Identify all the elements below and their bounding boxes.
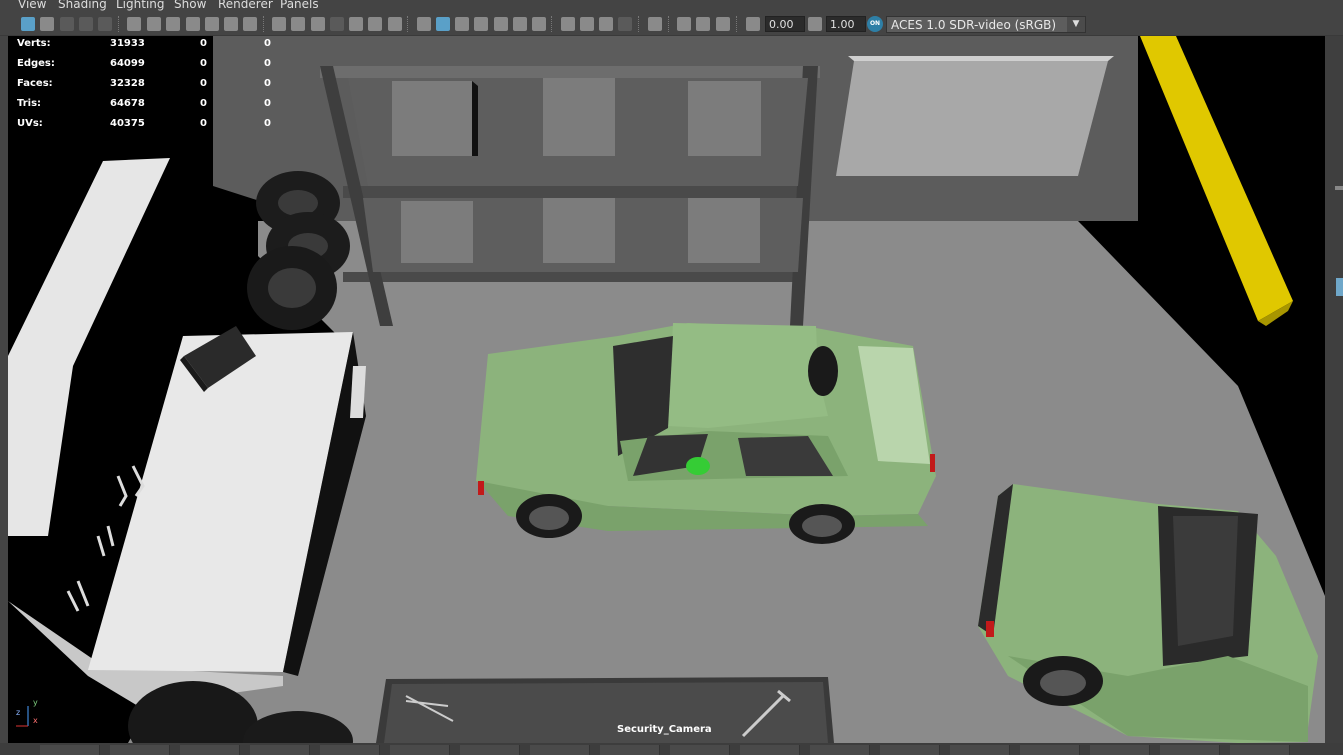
anti-aliasing-icon[interactable] <box>599 17 613 31</box>
left-panel-edge <box>0 36 8 743</box>
shadows-icon[interactable] <box>532 17 546 31</box>
view-axis-indicator: y z x <box>16 698 46 728</box>
hud-row-faces: Faces: 32328 0 0 <box>17 78 271 89</box>
resolution-gate-icon[interactable] <box>98 17 112 31</box>
grease-pencil-icon[interactable] <box>243 17 257 31</box>
lights-icon[interactable] <box>513 17 527 31</box>
color-space-dropdown[interactable]: ACES 1.0 SDR-video (sRGB) ▼ <box>886 16 1086 33</box>
time-slider-strip <box>0 743 1343 755</box>
box <box>688 198 760 263</box>
gamma-field[interactable]: 1.00 <box>826 16 866 32</box>
ambient-occlusion-icon[interactable] <box>561 17 575 31</box>
gamma-icon[interactable] <box>808 17 822 31</box>
smooth-shade-icon[interactable] <box>436 17 450 31</box>
gate-mask-icon[interactable] <box>330 17 344 31</box>
camera-attributes-icon[interactable] <box>147 17 161 31</box>
box <box>392 81 472 156</box>
box <box>543 198 615 263</box>
xray-components-icon[interactable] <box>716 17 730 31</box>
right-panel-edge <box>1325 36 1343 743</box>
menu-bar: View Shading Lighting Show Renderer Pane… <box>0 0 1343 12</box>
two-d-pan-icon[interactable] <box>224 17 238 31</box>
hud-row-uvs: UVs: 40375 0 0 <box>17 118 271 129</box>
menu-renderer[interactable]: Renderer <box>218 0 273 11</box>
axis-x-label: x <box>33 716 38 725</box>
menu-show[interactable]: Show <box>174 0 206 11</box>
safe-action-icon[interactable] <box>368 17 382 31</box>
frame-icon[interactable] <box>40 17 54 31</box>
hud-row-tris: Tris: 64678 0 0 <box>17 98 271 109</box>
depth-of-field-icon[interactable] <box>618 17 632 31</box>
color-space-value: ACES 1.0 SDR-video (sRGB) <box>891 18 1057 32</box>
shelf-top <box>320 66 820 78</box>
camera-icon[interactable] <box>127 17 141 31</box>
textured-icon[interactable] <box>474 17 488 31</box>
axis-z-label: z <box>16 708 21 717</box>
box <box>688 81 761 156</box>
menu-view[interactable]: View <box>18 0 46 11</box>
garage-door-panel <box>836 61 1108 176</box>
exposure-field[interactable]: 0.00 <box>765 16 805 32</box>
field-chart-icon[interactable] <box>349 17 363 31</box>
viewport-3d[interactable] <box>8 36 1325 743</box>
bookmark-flag-icon[interactable] <box>205 17 219 31</box>
chevron-down-icon[interactable]: ▼ <box>1067 17 1085 32</box>
select-camera-icon[interactable] <box>21 17 35 31</box>
viewport-toolbar: 0.00 1.00 ON ACES 1.0 SDR-video (sRGB) ▼ <box>0 12 1343 36</box>
camera-name-label: Security_Camera <box>617 724 712 735</box>
motion-blur-icon[interactable] <box>580 17 594 31</box>
scene-render <box>8 36 1325 743</box>
film-gate-icon[interactable] <box>79 17 93 31</box>
image-plane-icon[interactable] <box>186 17 200 31</box>
menu-panels[interactable]: Panels <box>280 0 319 11</box>
menu-shading[interactable]: Shading <box>58 0 107 11</box>
hud-row-verts: Verts: 31933 0 0 <box>17 38 271 49</box>
shelf-middle <box>343 186 803 198</box>
color-management-toggle[interactable]: ON <box>867 16 883 32</box>
panel-handle[interactable] <box>1335 186 1343 190</box>
grid-toggle-icon[interactable] <box>272 17 286 31</box>
isolate-select-icon[interactable] <box>648 17 662 31</box>
hud-row-edges: Edges: 64099 0 0 <box>17 58 271 69</box>
wireframe-on-shaded-icon[interactable] <box>455 17 469 31</box>
axis-y-label: y <box>33 698 38 707</box>
xray-joints-icon[interactable] <box>696 17 710 31</box>
xray-icon[interactable] <box>677 17 691 31</box>
wireframe-icon[interactable] <box>417 17 431 31</box>
panel-tab-marker[interactable] <box>1336 278 1343 296</box>
car-main <box>476 323 936 544</box>
safe-title-icon[interactable] <box>388 17 402 31</box>
box <box>401 201 473 263</box>
checker-icon[interactable] <box>494 17 508 31</box>
yellow-pole <box>1140 36 1293 321</box>
box <box>543 78 615 156</box>
grid-icon[interactable] <box>60 17 74 31</box>
green-object <box>686 457 710 475</box>
exposure-icon[interactable] <box>746 17 760 31</box>
resolution-gate-toggle-icon[interactable] <box>311 17 325 31</box>
film-gate-toggle-icon[interactable] <box>291 17 305 31</box>
bookmark-icon[interactable] <box>166 17 180 31</box>
menu-lighting[interactable]: Lighting <box>116 0 165 11</box>
